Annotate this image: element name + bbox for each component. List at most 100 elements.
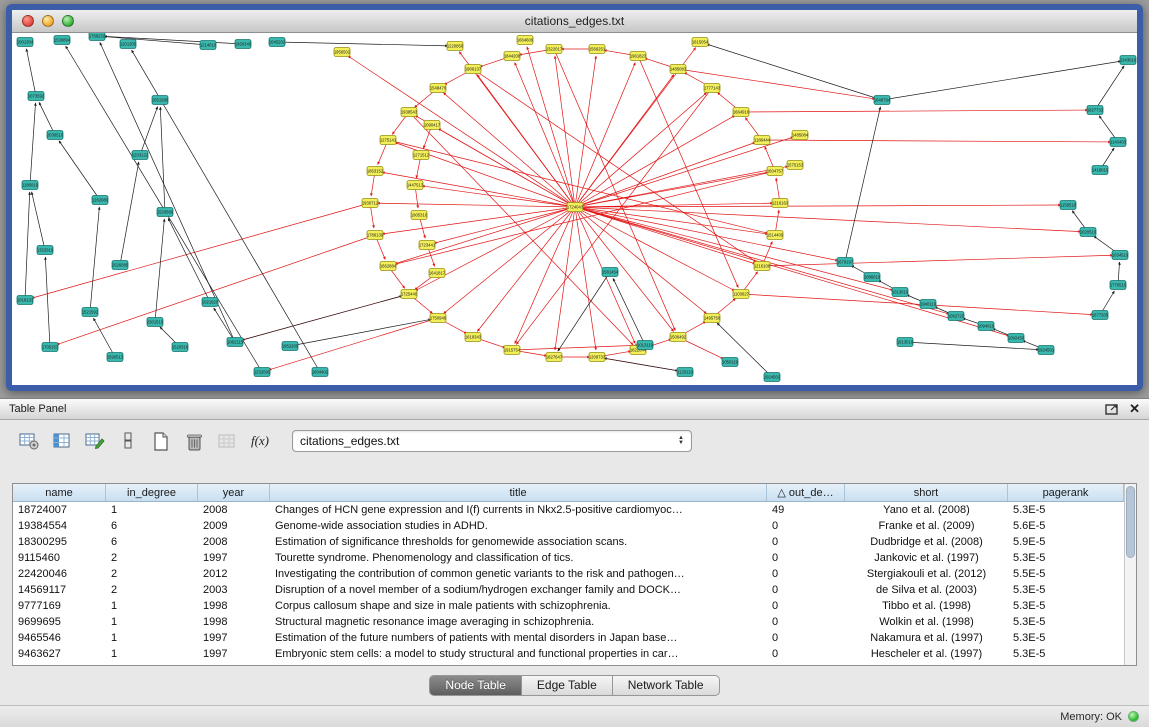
citation-edge-red[interactable] (741, 294, 1093, 315)
citation-edge-red[interactable] (438, 128, 575, 207)
graph-node[interactable]: 1485083 (670, 65, 687, 74)
graph-node[interactable]: 1940119 (920, 300, 937, 309)
graph-node[interactable]: 1275141 (380, 136, 397, 145)
graph-node[interactable]: 1581454 (602, 268, 619, 277)
citation-edge-red[interactable] (377, 203, 575, 207)
citation-edge-black[interactable] (155, 219, 164, 322)
graph-node[interactable]: 1018133 (17, 296, 34, 305)
graph-node[interactable]: 1590513 (107, 353, 124, 362)
graph-node[interactable]: 1159518 (1060, 201, 1077, 210)
graph-node[interactable]: 1930712 (362, 199, 379, 208)
tab-node-table[interactable]: Node Table (429, 675, 522, 696)
graph-node[interactable]: 1045202 (269, 38, 286, 47)
graph-node[interactable]: 1120119 (677, 368, 694, 377)
citation-edge-red[interactable] (575, 207, 1009, 336)
citation-edge-red[interactable] (443, 93, 575, 207)
graph-node[interactable]: 1679197 (837, 258, 854, 267)
graph-node[interactable]: 1262080 (92, 196, 109, 205)
table-row[interactable]: 1872400712008Changes of HCN gene express… (13, 502, 1124, 518)
graph-node[interactable]: 1021920 (202, 298, 219, 307)
citation-edge-black[interactable] (25, 192, 30, 300)
column-header[interactable]: name (13, 484, 106, 501)
table-scrollbar[interactable] (1124, 484, 1136, 665)
citation-edge-red[interactable] (575, 56, 596, 207)
network-canvas[interactable]: 1724043121616316047571186444166491617771… (12, 33, 1137, 385)
citation-edge-black[interactable] (1095, 66, 1124, 110)
graph-node[interactable]: 1220858 (447, 42, 464, 51)
close-panel-icon[interactable]: ✕ (1129, 403, 1140, 415)
graph-node[interactable]: 1203122 (132, 151, 149, 160)
citation-edge-red[interactable] (382, 207, 575, 234)
table-source-dropdown[interactable]: citations_edges.txt ▲▼ (292, 430, 692, 452)
function-builder-icon[interactable]: f(x) (247, 429, 273, 453)
graph-node[interactable]: 1815054 (692, 38, 709, 47)
graph-node[interactable]: 1086019 (864, 273, 881, 282)
graph-node[interactable]: 1950345 (235, 40, 252, 49)
graph-node[interactable]: 1062115 (227, 338, 244, 347)
graph-node[interactable]: 1924502 (764, 373, 781, 382)
graph-node[interactable]: 1506492 (670, 333, 687, 342)
citation-edge-black[interactable] (45, 257, 50, 347)
citation-edge-black[interactable] (717, 323, 772, 377)
graph-node[interactable]: 1214019 (200, 41, 217, 50)
table-row[interactable]: 911546021997Tourette syndrome. Phenomeno… (13, 550, 1124, 566)
graph-node[interactable]: 1604757 (767, 167, 784, 176)
citation-edge-black[interactable] (214, 308, 235, 342)
tab-network-table[interactable]: Network Table (613, 675, 720, 696)
column-header[interactable]: △ out_de… (767, 484, 845, 501)
graph-node[interactable]: 1777143 (704, 84, 721, 93)
graph-node[interactable]: 1092450 (1008, 334, 1025, 343)
window-titlebar[interactable]: citations_edges.txt (12, 10, 1137, 33)
citation-edge-black[interactable] (160, 107, 165, 212)
graph-node[interactable]: 1209733 (589, 353, 606, 362)
citation-edge-red[interactable] (575, 93, 707, 207)
graph-node[interactable]: 1090417 (424, 121, 441, 130)
citation-edge-red[interactable] (527, 47, 575, 207)
graph-node[interactable]: 1034519 (1112, 251, 1129, 260)
graph-node[interactable]: 1863152 (367, 167, 384, 176)
graph-node[interactable]: 1913019 (897, 338, 914, 347)
citation-edge-red[interactable] (575, 137, 793, 207)
citation-edge-black[interactable] (30, 103, 36, 185)
graph-node[interactable]: 1924501 (1038, 346, 1055, 355)
citation-edge-red[interactable] (554, 49, 675, 331)
graph-node[interactable]: 1961823 (630, 52, 647, 61)
graph-node[interactable]: 2026085 (112, 261, 129, 270)
table-settings-icon[interactable] (16, 429, 42, 453)
scrollbar-thumb[interactable] (1126, 486, 1135, 558)
citation-edge-red[interactable] (348, 56, 575, 207)
new-file-icon[interactable] (148, 429, 174, 453)
graph-node[interactable]: 1604402 (312, 368, 329, 377)
edit-table-icon[interactable] (82, 429, 108, 453)
graph-node[interactable]: 1677205 (1092, 311, 1109, 320)
table-row[interactable]: 969969511998Structural magnetic resonanc… (13, 614, 1124, 630)
graph-node[interactable]: 1530894 (54, 36, 71, 45)
graph-node[interactable]: 1520689 (157, 208, 174, 217)
graph-node[interactable]: 1648794 (874, 96, 891, 105)
citation-edge-red[interactable] (575, 207, 949, 314)
graph-node[interactable]: 1094019 (978, 322, 995, 331)
citation-edge-black[interactable] (277, 42, 448, 46)
citation-edge-black[interactable] (558, 272, 610, 351)
citation-edge-black[interactable] (59, 141, 100, 200)
citation-edge-black[interactable] (120, 162, 139, 265)
graph-node[interactable]: 1662884 (380, 262, 397, 271)
citation-edge-black[interactable] (93, 318, 115, 357)
select-rows-icon[interactable] (115, 429, 141, 453)
citation-edge-black[interactable] (882, 61, 1121, 100)
graph-node[interactable]: 1271512 (413, 151, 430, 160)
graph-node[interactable]: 1514409 (767, 231, 784, 240)
column-header[interactable]: in_degree (106, 484, 198, 501)
citation-edge-red[interactable] (415, 207, 575, 291)
graph-node[interactable]: 1001304 (17, 38, 34, 47)
graph-node[interactable]: 1915754 (504, 346, 521, 355)
citation-edge-red[interactable] (575, 207, 596, 350)
column-header[interactable]: pagerank (1008, 484, 1124, 501)
graph-node[interactable]: 1485084 (792, 131, 809, 140)
citation-edge-black[interactable] (39, 102, 55, 135)
citation-edge-black[interactable] (905, 342, 1039, 350)
column-header[interactable]: year (198, 484, 270, 501)
citation-edge-red[interactable] (57, 235, 375, 345)
citation-edge-red[interactable] (575, 62, 635, 207)
citation-edge-red[interactable] (575, 142, 755, 207)
